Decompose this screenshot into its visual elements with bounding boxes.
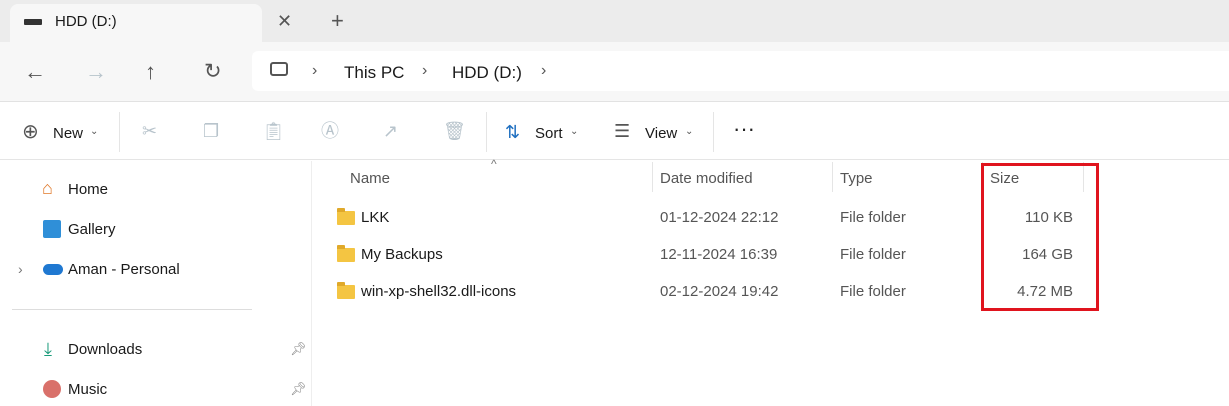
column-header-name[interactable]: Name <box>350 170 390 187</box>
file-date: 12-11-2024 16:39 <box>660 246 778 263</box>
tab-hdd[interactable] <box>10 4 262 44</box>
home-icon: ⌂ <box>42 178 53 198</box>
chevron-down-icon: ⌄ <box>90 126 99 137</box>
chevron-down-icon: ⌄ <box>570 126 579 137</box>
pin-icon[interactable]: 📌︎ <box>290 342 307 355</box>
gallery-icon <box>43 220 61 238</box>
more-options-icon[interactable]: ··· <box>733 118 755 140</box>
chevron-down-icon: ⌄ <box>685 126 694 137</box>
paste-icon[interactable]: 📋︎ <box>262 122 285 140</box>
breadcrumb-this-pc[interactable]: This PC <box>344 63 404 83</box>
file-date: 01-12-2024 22:12 <box>660 209 779 226</box>
sort-icon[interactable]: ⇅ <box>505 123 520 141</box>
cut-icon[interactable]: ✂ <box>142 122 157 140</box>
sidebar-item-music[interactable]: Music <box>68 381 107 398</box>
drive-icon <box>24 19 42 25</box>
new-button[interactable]: New <box>53 125 83 142</box>
file-type: File folder <box>840 209 906 226</box>
size-column-highlight <box>981 163 1099 311</box>
onedrive-cloud-icon <box>43 264 63 275</box>
file-date: 02-12-2024 19:42 <box>660 283 779 300</box>
file-type: File folder <box>840 246 906 263</box>
divider <box>486 112 487 152</box>
up-icon[interactable]: ↑ <box>145 61 156 83</box>
forward-icon[interactable]: → <box>85 61 107 83</box>
chevron-right-icon[interactable]: › <box>422 63 427 79</box>
rename-icon[interactable]: Ⓐ <box>321 122 339 140</box>
delete-icon[interactable]: 🗑︎ <box>443 122 466 140</box>
computer-icon <box>270 62 288 76</box>
sort-ascending-icon: ^ <box>491 157 497 171</box>
download-icon: ⤓ <box>44 339 52 359</box>
chevron-right-icon[interactable]: › <box>541 63 546 79</box>
file-name[interactable]: My Backups <box>361 246 443 263</box>
breadcrumb-hdd[interactable]: HDD (D:) <box>452 63 522 83</box>
column-divider[interactable] <box>832 162 833 192</box>
refresh-icon[interactable]: ↻ <box>204 61 222 82</box>
new-tab-icon[interactable]: + <box>331 10 344 32</box>
divider <box>12 309 252 310</box>
sort-button[interactable]: Sort <box>535 125 563 142</box>
close-tab-icon[interactable]: ✕ <box>277 12 292 30</box>
folder-icon <box>337 208 355 225</box>
sidebar-item-gallery[interactable]: Gallery <box>68 221 116 238</box>
column-divider[interactable] <box>652 162 653 192</box>
divider <box>119 112 120 152</box>
tab-title: HDD (D:) <box>55 13 117 30</box>
sidebar-item-downloads[interactable]: Downloads <box>68 341 142 358</box>
back-icon[interactable]: ← <box>24 61 46 83</box>
share-icon[interactable]: ↗ <box>383 122 398 140</box>
folder-icon <box>337 245 355 262</box>
column-header-type[interactable]: Type <box>840 170 873 187</box>
chevron-right-icon[interactable]: › <box>312 63 317 79</box>
pin-icon[interactable]: 📌︎ <box>290 382 307 395</box>
view-icon[interactable]: ☰ <box>614 122 630 140</box>
sidebar-item-onedrive[interactable]: Aman - Personal <box>68 261 180 278</box>
file-name[interactable]: LKK <box>361 209 389 226</box>
folder-icon <box>337 282 355 299</box>
column-header-date[interactable]: Date modified <box>660 170 753 187</box>
music-icon <box>43 380 61 398</box>
file-type: File folder <box>840 283 906 300</box>
expand-chevron-icon[interactable]: › <box>18 262 23 276</box>
view-button[interactable]: View <box>645 125 677 142</box>
new-icon[interactable]: ⊕ <box>22 122 39 142</box>
file-name[interactable]: win-xp-shell32.dll-icons <box>361 283 516 300</box>
sidebar-item-home[interactable]: Home <box>68 181 108 198</box>
copy-icon[interactable]: ❐ <box>203 122 219 140</box>
divider <box>713 112 714 152</box>
